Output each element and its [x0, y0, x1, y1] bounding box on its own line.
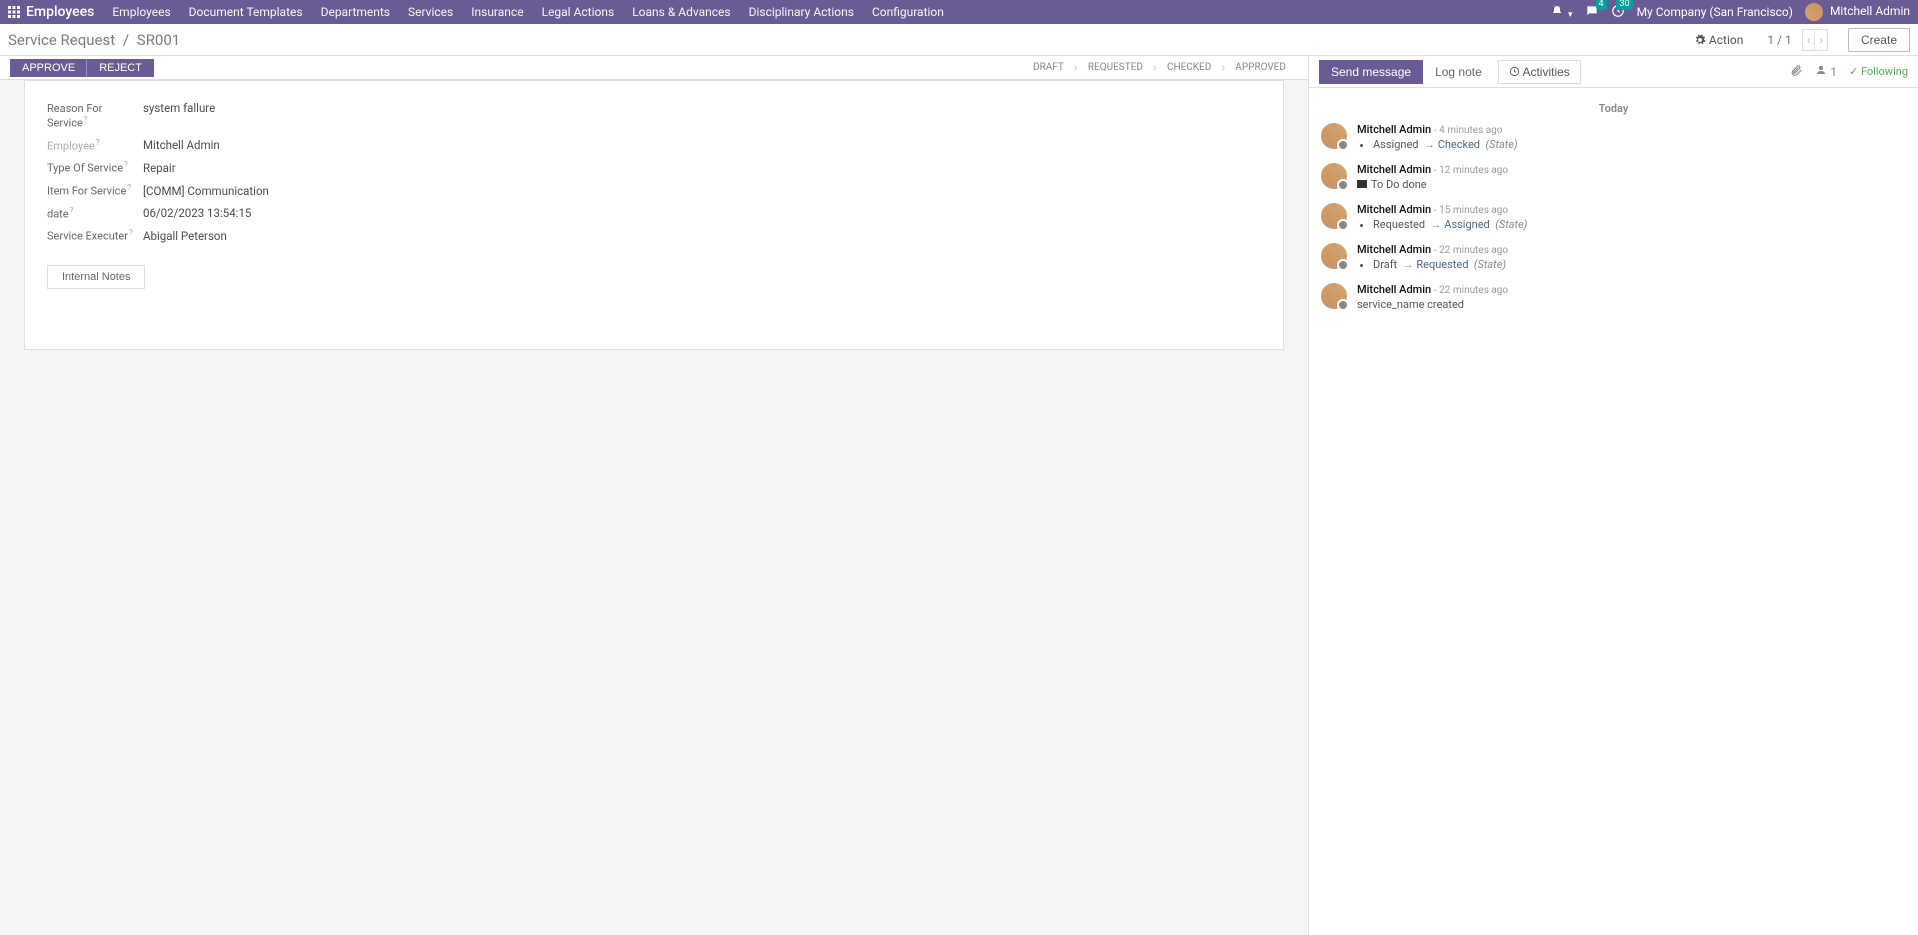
employee-label: Employee?	[47, 138, 143, 153]
status-checked[interactable]: CHECKED	[1155, 58, 1223, 77]
user-avatar-icon	[1805, 3, 1823, 21]
message-author[interactable]: Mitchell Admin	[1357, 243, 1431, 256]
app-brand[interactable]: Employees	[8, 4, 94, 20]
pager: 1 / 1 ‹›	[1759, 29, 1828, 51]
user-menu[interactable]: Mitchell Admin	[1805, 3, 1910, 21]
menu-services[interactable]: Services	[408, 5, 453, 19]
approve-button[interactable]: APPROVE	[10, 59, 87, 77]
message-body: Assigned → Checked (State)	[1357, 138, 1518, 151]
status-approved[interactable]: APPROVED	[1223, 58, 1298, 77]
clock-icon	[1509, 66, 1520, 77]
message-body: Requested → Assigned (State)	[1357, 218, 1527, 231]
executer-label: Service Executer?	[47, 228, 143, 243]
message-avatar-icon	[1321, 203, 1347, 229]
item-value[interactable]: [COMM] Communication	[143, 184, 269, 198]
message-author[interactable]: Mitchell Admin	[1357, 283, 1431, 296]
date-label: date?	[47, 206, 143, 221]
chatter: Send message Log note Activities 1 Follo…	[1308, 56, 1918, 935]
chatter-controls: Send message Log note Activities 1 Follo…	[1309, 56, 1918, 88]
status-draft[interactable]: DRAFT	[1021, 58, 1076, 77]
pager-text: 1 / 1	[1759, 33, 1799, 47]
chatter-message: Mitchell Admin - 4 minutes ago Assigned →…	[1321, 123, 1906, 151]
reason-value[interactable]: system fallure	[143, 101, 215, 115]
notifications-icon[interactable]: ▾	[1551, 5, 1573, 20]
menu-insurance[interactable]: Insurance	[471, 5, 523, 19]
type-label: Type Of Service?	[47, 160, 143, 175]
message-avatar-icon	[1321, 123, 1347, 149]
menu-configuration[interactable]: Configuration	[872, 5, 944, 19]
chatter-message: Mitchell Admin - 15 minutes ago Requested…	[1321, 203, 1906, 231]
message-body: To Do done	[1357, 178, 1508, 191]
status-bar: APPROVE REJECT DRAFT REQUESTED CHECKED A…	[0, 56, 1308, 80]
item-label: Item For Service?	[47, 183, 143, 198]
date-value[interactable]: 06/02/2023 13:54:15	[143, 206, 251, 220]
message-body: service_name created	[1357, 298, 1508, 311]
status-requested[interactable]: REQUESTED	[1076, 58, 1155, 77]
reason-label: Reason For Service?	[47, 102, 143, 130]
message-avatar-icon	[1321, 283, 1347, 309]
followers-count: 1	[1830, 65, 1837, 79]
apps-icon	[8, 6, 20, 18]
employee-value[interactable]: Mitchell Admin	[143, 138, 220, 152]
menu-disciplinary[interactable]: Disciplinary Actions	[749, 5, 854, 19]
log-note-button[interactable]: Log note	[1423, 60, 1494, 84]
brand-label: Employees	[26, 4, 94, 20]
executer-value[interactable]: Abigall Peterson	[143, 229, 227, 243]
user-name: Mitchell Admin	[1830, 4, 1910, 18]
message-avatar-icon	[1321, 163, 1347, 189]
message-time: - 4 minutes ago	[1434, 125, 1503, 136]
main-menu: Employees Document Templates Departments…	[112, 5, 1551, 19]
menu-departments[interactable]: Departments	[321, 5, 390, 19]
messages-badge: 4	[1596, 0, 1607, 10]
chatter-message: Mitchell Admin - 12 minutes ago To Do don…	[1321, 163, 1906, 191]
pager-prev[interactable]: ‹	[1802, 29, 1816, 51]
status-steps: DRAFT REQUESTED CHECKED APPROVED	[1021, 58, 1298, 77]
message-time: - 12 minutes ago	[1434, 165, 1508, 176]
followers-icon[interactable]: 1	[1815, 64, 1837, 79]
form-view: APPROVE REJECT DRAFT REQUESTED CHECKED A…	[0, 56, 1308, 935]
tab-internal-notes[interactable]: Internal Notes	[47, 265, 145, 289]
attachment-icon[interactable]	[1790, 64, 1803, 80]
menu-legal-actions[interactable]: Legal Actions	[542, 5, 615, 19]
menu-doc-templates[interactable]: Document Templates	[189, 5, 303, 19]
reject-button[interactable]: REJECT	[86, 59, 154, 77]
systray: ▾ 4 30 My Company (San Francisco) Mitche…	[1551, 3, 1910, 21]
today-separator: Today	[1321, 102, 1906, 115]
chatter-message: Mitchell Admin - 22 minutes ago service_n…	[1321, 283, 1906, 311]
gear-icon	[1694, 34, 1706, 46]
company-switcher[interactable]: My Company (San Francisco)	[1637, 5, 1793, 19]
activities-button[interactable]: Activities	[1498, 60, 1581, 84]
message-time: - 15 minutes ago	[1434, 205, 1508, 216]
type-value[interactable]: Repair	[143, 161, 176, 175]
menu-employees[interactable]: Employees	[112, 5, 170, 19]
messages-icon[interactable]: 4	[1585, 4, 1599, 21]
message-author[interactable]: Mitchell Admin	[1357, 163, 1431, 176]
send-message-button[interactable]: Send message	[1319, 60, 1423, 84]
breadcrumb: Service Request / SR001	[8, 31, 180, 49]
message-body: Draft → Requested (State)	[1357, 258, 1508, 271]
breadcrumb-parent[interactable]: Service Request	[8, 31, 115, 49]
pager-next[interactable]: ›	[1814, 29, 1828, 51]
form-sheet: Reason For Service? system fallure Emplo…	[24, 80, 1284, 350]
activities-badge: 30	[1616, 0, 1632, 10]
action-dropdown[interactable]: Action	[1694, 33, 1743, 47]
message-avatar-icon	[1321, 243, 1347, 269]
message-time: - 22 minutes ago	[1434, 285, 1508, 296]
control-bar: Service Request / SR001 Action 1 / 1 ‹› …	[0, 24, 1918, 56]
chatter-message: Mitchell Admin - 22 minutes ago Draft → R…	[1321, 243, 1906, 271]
top-navbar: Employees Employees Document Templates D…	[0, 0, 1918, 24]
create-button[interactable]: Create	[1848, 28, 1910, 52]
following-button[interactable]: Following	[1849, 65, 1908, 78]
activities-icon[interactable]: 30	[1611, 4, 1625, 21]
breadcrumb-current: SR001	[137, 31, 180, 49]
message-author[interactable]: Mitchell Admin	[1357, 203, 1431, 216]
message-author[interactable]: Mitchell Admin	[1357, 123, 1431, 136]
message-time: - 22 minutes ago	[1434, 245, 1508, 256]
menu-loans[interactable]: Loans & Advances	[632, 5, 730, 19]
chatter-body: Today Mitchell Admin - 4 minutes ago Assi…	[1309, 88, 1918, 331]
